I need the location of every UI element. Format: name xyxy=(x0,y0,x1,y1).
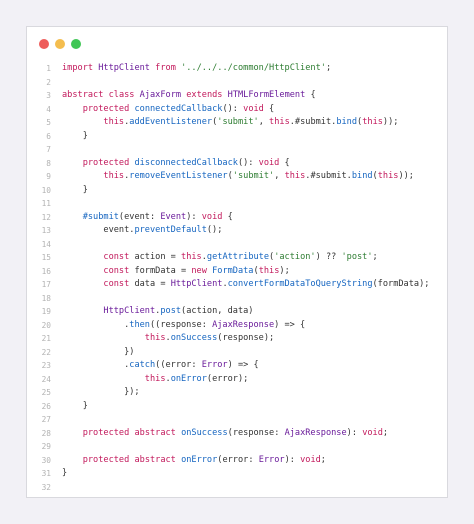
window-controls xyxy=(39,39,81,49)
code-line: 5 this.addEventListener('submit', this.#… xyxy=(27,116,447,130)
code-text: const formData = new FormData(this); xyxy=(103,265,290,276)
code-block: 1 import HttpClient from '../../../common… xyxy=(27,62,447,494)
line-number: 20 xyxy=(41,320,51,330)
line-number: 25 xyxy=(41,388,51,397)
code-text: this.onSuccess(response); xyxy=(144,333,275,343)
code-line: 27 xyxy=(27,413,447,427)
code-text: }); xyxy=(62,387,140,397)
code-text: } xyxy=(62,468,68,478)
line-number: 24 xyxy=(41,374,51,384)
code-line: 11 xyxy=(27,197,447,211)
code-line: 23 .catch((error: Error) => { xyxy=(27,359,447,373)
code-text: const data = HttpClient.convertFormDataT… xyxy=(103,279,430,289)
minimize-dot-icon[interactable] xyxy=(55,39,65,49)
code-line: 21 this.onSuccess(response); xyxy=(27,332,447,346)
code-text: HttpClient.post(action, data) xyxy=(103,306,254,316)
code-line: 4 protected connectedCallback(): void { xyxy=(27,103,447,117)
code-text: protected connectedCallback(): void { xyxy=(82,103,275,114)
line-number: 12 xyxy=(41,212,51,222)
code-line: 8 protected disconnectedCallback(): void… xyxy=(27,157,447,171)
code-line: 20 .then((response: AjaxResponse) => { xyxy=(27,319,447,333)
code-text: #submit(event: Event): void { xyxy=(82,211,233,222)
code-line: 12 #submit(event: Event): void { xyxy=(27,211,447,225)
code-window: 1 import HttpClient from '../../../common… xyxy=(26,26,448,498)
line-number: 26 xyxy=(41,401,51,411)
line-number: 29 xyxy=(41,442,51,451)
line-number: 13 xyxy=(41,226,51,235)
code-line: 1 import HttpClient from '../../../common… xyxy=(27,62,447,76)
code-line: 13 event.preventDefault(); xyxy=(27,224,447,238)
line-number: 17 xyxy=(41,280,51,289)
code-text: .then((response: AjaxResponse) => { xyxy=(62,319,306,330)
code-text: import HttpClient from '../../../common/… xyxy=(62,63,332,73)
code-line: 2 xyxy=(27,76,447,90)
line-number: 28 xyxy=(41,428,51,438)
maximize-dot-icon[interactable] xyxy=(71,39,81,49)
line-number: 11 xyxy=(41,199,51,208)
code-text: protected disconnectedCallback(): void { xyxy=(82,157,290,168)
code-text: } xyxy=(62,130,88,141)
code-text: this.onError(error); xyxy=(144,373,249,384)
close-dot-icon[interactable] xyxy=(39,39,49,49)
code-text: .catch((error: Error) => { xyxy=(62,360,259,370)
code-text: }) xyxy=(62,346,135,357)
code-line: 31} xyxy=(27,467,447,481)
line-number: 30 xyxy=(41,455,51,465)
code-line: 26 } xyxy=(27,400,447,414)
line-number: 18 xyxy=(41,293,51,303)
line-number: 6 xyxy=(46,131,51,141)
code-text: protected abstract onSuccess(response: A… xyxy=(82,427,389,438)
line-number: 8 xyxy=(46,158,51,168)
line-number: 2 xyxy=(46,77,51,87)
line-number: 23 xyxy=(41,361,51,370)
code-line: 18 xyxy=(27,292,447,306)
code-line: 15 const action = this.getAttribute('act… xyxy=(27,251,447,265)
code-text: event.preventDefault(); xyxy=(62,225,223,235)
code-text: } xyxy=(62,400,88,411)
code-text: protected abstract onError(error: Error)… xyxy=(82,454,326,465)
code-line: 22 }) xyxy=(27,346,447,360)
code-line: 30 protected abstract onError(error: Err… xyxy=(27,454,447,468)
line-number: 1 xyxy=(46,64,51,73)
line-number: 14 xyxy=(41,239,51,249)
line-number: 16 xyxy=(41,266,51,276)
line-number: 31 xyxy=(41,469,51,478)
code-line: 32 xyxy=(27,481,447,495)
code-line: 9 this.removeEventListener('submit', thi… xyxy=(27,170,447,184)
code-line: 25 }); xyxy=(27,386,447,400)
code-line: 6 } xyxy=(27,130,447,144)
line-number: 4 xyxy=(46,104,51,114)
code-line: 14 xyxy=(27,238,447,252)
line-number: 21 xyxy=(41,334,51,343)
code-line: 29 xyxy=(27,440,447,454)
code-text: abstract class AjaxForm extends HTMLForm… xyxy=(62,90,316,100)
code-line: 3 abstract class AjaxForm extends HTMLFor… xyxy=(27,89,447,103)
line-number: 10 xyxy=(41,185,51,195)
code-line: 28 protected abstract onSuccess(response… xyxy=(27,427,447,441)
code-line: 24 this.onError(error); xyxy=(27,373,447,387)
line-number: 19 xyxy=(41,307,51,316)
line-number: 27 xyxy=(41,415,51,424)
line-number: 3 xyxy=(46,91,51,100)
line-number: 7 xyxy=(46,145,51,154)
line-number: 5 xyxy=(46,118,51,127)
line-number: 9 xyxy=(46,172,51,181)
code-text: this.removeEventListener('submit', this.… xyxy=(103,171,414,181)
code-text: const action = this.getAttribute('action… xyxy=(103,252,378,262)
code-line: 17 const data = HttpClient.convertFormDa… xyxy=(27,278,447,292)
line-number: 15 xyxy=(41,253,51,262)
code-line: 10 } xyxy=(27,184,447,198)
code-line: 7 xyxy=(27,143,447,157)
line-number: 32 xyxy=(41,482,51,492)
code-line: 19 HttpClient.post(action, data) xyxy=(27,305,447,319)
code-line: 16 const formData = new FormData(this); xyxy=(27,265,447,279)
line-number: 22 xyxy=(41,347,51,357)
code-text: this.addEventListener('submit', this.#su… xyxy=(103,117,399,127)
code-text: } xyxy=(62,184,88,195)
